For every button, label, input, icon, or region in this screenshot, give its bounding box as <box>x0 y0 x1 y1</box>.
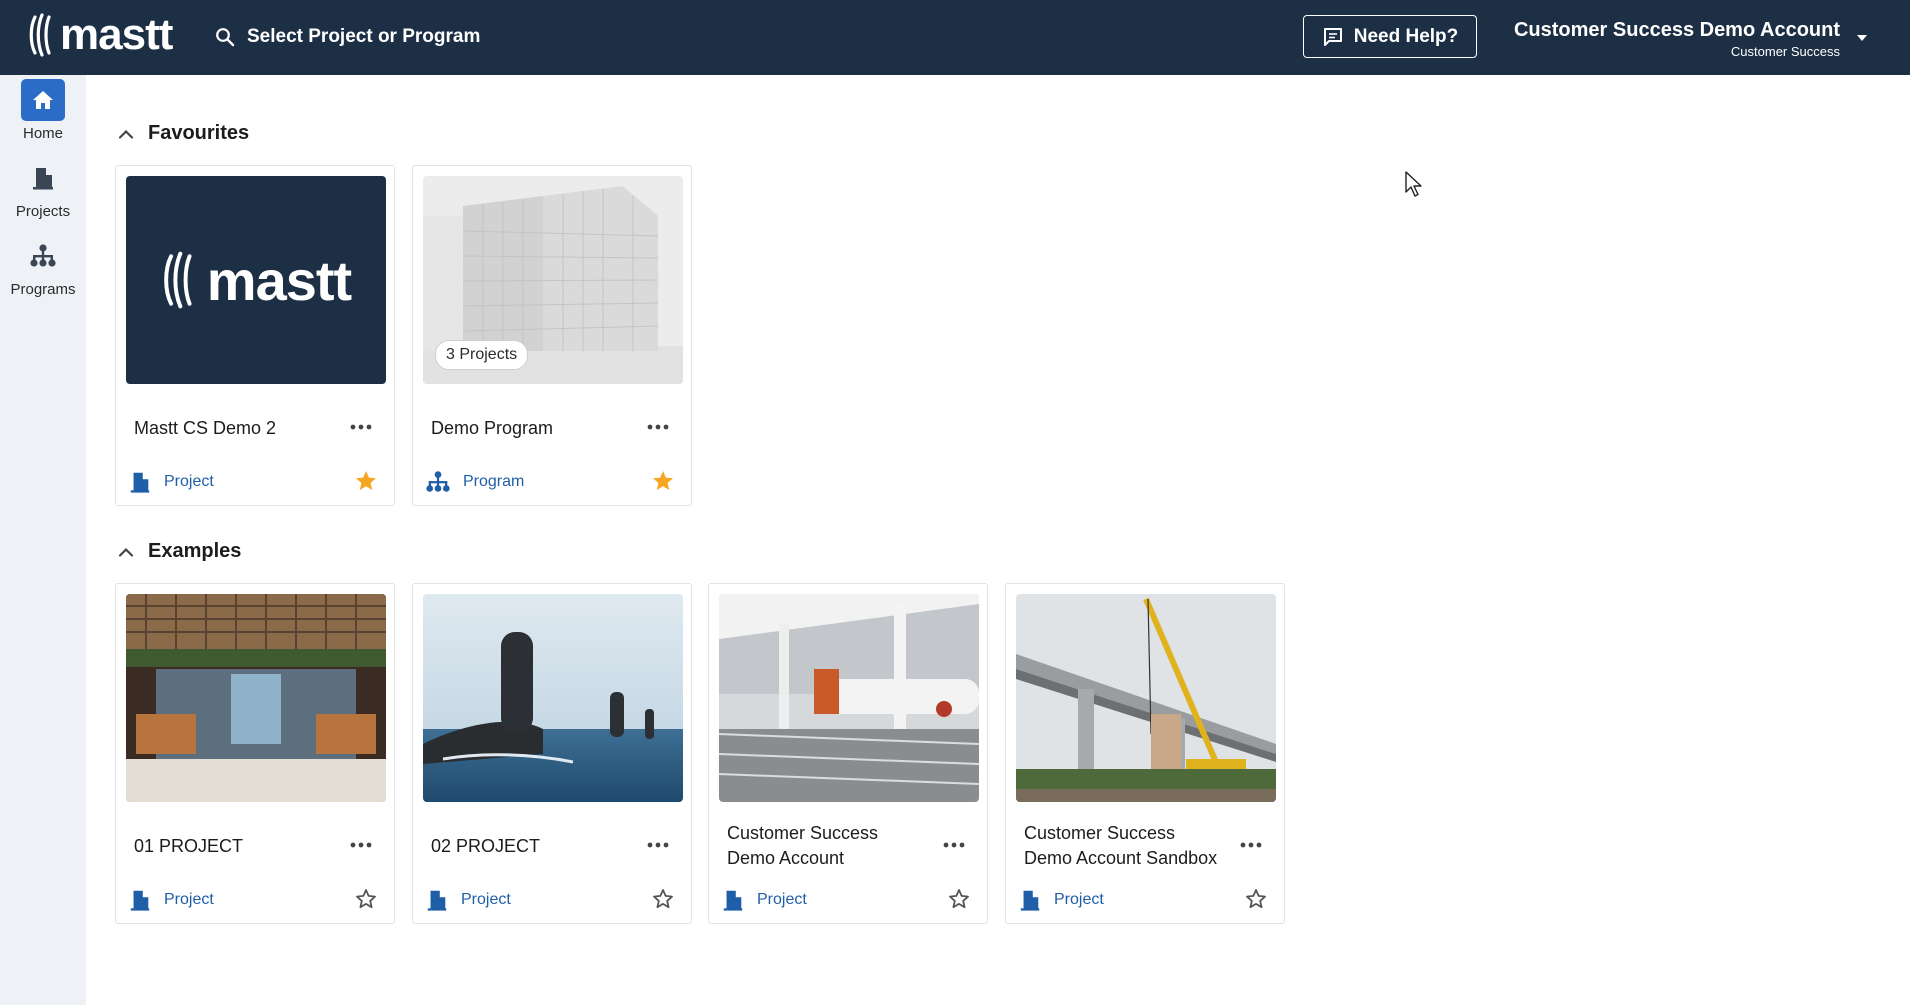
card-type[interactable]: Project <box>128 888 214 912</box>
examples-section-toggle[interactable]: Examples <box>118 540 241 563</box>
program-card-demo-program[interactable]: 3 Projects Demo Program Program <box>412 165 692 506</box>
star-outline-icon[interactable] <box>1244 887 1268 911</box>
card-title: Mastt CS Demo 2 <box>134 417 277 438</box>
more-options-button[interactable] <box>346 835 376 855</box>
card-type[interactable]: Project <box>721 888 807 912</box>
project-card-customer-success-demo-account[interactable]: Customer Success Demo Account Project <box>708 583 988 924</box>
account-role: Customer Success <box>1730 44 1840 59</box>
project-thumbnail <box>423 594 683 802</box>
chevron-up-icon <box>118 129 134 139</box>
program-thumbnail: 3 Projects <box>423 176 683 384</box>
hierarchy-icon <box>21 235 65 277</box>
caret-down-icon[interactable] <box>1855 33 1869 43</box>
favourites-title: Favourites <box>148 122 250 144</box>
project-thumbnail: mastt <box>126 176 386 384</box>
star-outline-icon[interactable] <box>354 887 378 911</box>
building-icon <box>427 890 447 911</box>
card-type[interactable]: Project <box>128 470 214 494</box>
nav-home[interactable]: Home <box>0 79 86 142</box>
building-icon <box>1020 890 1040 911</box>
hierarchy-icon <box>426 471 450 492</box>
mouse-cursor-icon <box>1405 171 1422 197</box>
project-count-badge: 3 Projects <box>435 340 529 370</box>
more-options-button[interactable] <box>346 417 376 437</box>
building-icon <box>21 157 65 199</box>
star-filled-icon[interactable] <box>354 469 378 493</box>
mastt-logo-icon <box>29 13 51 57</box>
nav-programs[interactable]: Programs <box>0 235 86 298</box>
examples-title: Examples <box>148 540 242 562</box>
card-type[interactable]: Program <box>425 470 524 494</box>
card-title: Demo Program <box>431 417 554 438</box>
card-type[interactable]: Project <box>425 888 511 912</box>
home-icon <box>21 79 65 121</box>
account-name: Customer Success Demo Account <box>1513 19 1840 41</box>
building-icon <box>130 472 150 493</box>
star-outline-icon[interactable] <box>651 887 675 911</box>
more-horizontal-icon <box>943 842 965 848</box>
card-type-label: Project <box>164 891 214 908</box>
submarine-photo <box>423 594 683 802</box>
card-type-label: Project <box>164 473 214 490</box>
nav-home-label: Home <box>22 125 63 142</box>
card-title: Customer Success Demo Account <box>727 823 879 868</box>
project-card-02-project[interactable]: 02 PROJECT Project <box>412 583 692 924</box>
project-card-customer-success-demo-account-sandbox[interactable]: Customer Success Demo Account Sandbox Pr… <box>1005 583 1285 924</box>
card-title: 01 PROJECT <box>134 835 244 856</box>
account-menu[interactable]: Customer Success Demo Account Customer S… <box>1514 18 1840 60</box>
airport-photo <box>719 594 979 802</box>
thumbnail-logo-text: mastt <box>206 248 352 312</box>
restaurant-photo <box>126 594 386 802</box>
more-horizontal-icon <box>647 424 669 430</box>
building-icon <box>130 890 150 911</box>
project-thumbnail <box>719 594 979 802</box>
need-help-button[interactable]: Need Help? <box>1303 15 1477 58</box>
card-type[interactable]: Project <box>1018 888 1104 912</box>
bridge-construction-photo <box>1016 594 1276 802</box>
side-nav: Home Projects Programs <box>0 75 86 1005</box>
more-horizontal-icon <box>350 424 372 430</box>
card-type-label: Project <box>461 891 511 908</box>
more-horizontal-icon <box>1240 842 1262 848</box>
favourites-section-toggle[interactable]: Favourites <box>118 122 249 145</box>
card-type-label: Project <box>757 891 807 908</box>
logo-text: mastt <box>60 10 173 59</box>
nav-projects[interactable]: Projects <box>0 157 86 220</box>
more-options-button[interactable] <box>643 417 673 437</box>
more-horizontal-icon <box>647 842 669 848</box>
more-horizontal-icon <box>350 842 372 848</box>
project-search[interactable]: Select Project or Program <box>215 20 480 54</box>
card-type-label: Project <box>1054 891 1104 908</box>
more-options-button[interactable] <box>643 835 673 855</box>
search-placeholder: Select Project or Program <box>247 26 481 47</box>
mastt-logo[interactable]: mastt <box>28 10 173 59</box>
star-outline-icon[interactable] <box>947 887 971 911</box>
card-type-label: Program <box>463 473 525 490</box>
project-card-01-project[interactable]: 01 PROJECT Project <box>115 583 395 924</box>
chevron-up-icon <box>118 547 134 557</box>
project-thumbnail <box>126 594 386 802</box>
mastt-logo-icon <box>163 251 192 309</box>
search-icon <box>216 28 235 47</box>
project-card-mastt-cs-demo-2[interactable]: mastt Mastt CS Demo 2 Project <box>115 165 395 506</box>
top-bar: mastt Select Project or Program Need Hel… <box>0 0 1910 75</box>
card-title: Customer Success Demo Account Sandbox <box>1024 823 1218 868</box>
star-filled-icon[interactable] <box>651 469 675 493</box>
nav-projects-label: Projects <box>15 203 71 220</box>
more-options-button[interactable] <box>1236 835 1266 855</box>
card-title: 02 PROJECT <box>431 835 541 856</box>
need-help-label: Need Help? <box>1353 25 1459 47</box>
more-options-button[interactable] <box>939 835 969 855</box>
nav-programs-label: Programs <box>10 281 76 298</box>
project-thumbnail <box>1016 594 1276 802</box>
chat-icon <box>1323 27 1342 46</box>
building-icon <box>723 890 743 911</box>
